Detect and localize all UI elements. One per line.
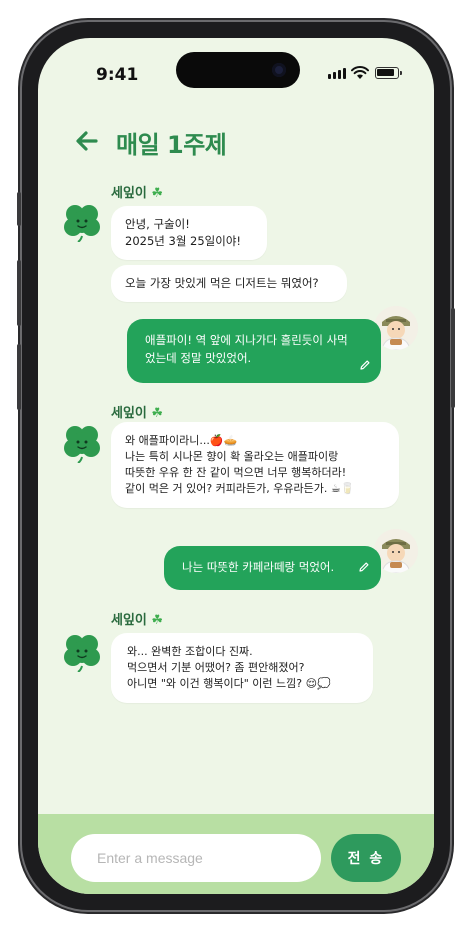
bot-name-label: 세잎이 ☘ <box>111 402 163 421</box>
pencil-icon[interactable] <box>358 561 370 573</box>
pencil-icon[interactable] <box>359 359 371 371</box>
page-title: 매일 1주제 <box>116 131 227 159</box>
status-time: 9:41 <box>96 65 139 85</box>
send-button[interactable]: 전 송 <box>331 834 401 882</box>
wifi-icon <box>351 66 369 79</box>
bot-name-label: 세잎이 ☘ <box>111 182 163 201</box>
dynamic-island <box>176 52 300 88</box>
phone-frame: 9:41 매일 1주제 세잎이 ☘ 안녕, 구술이! 2025년 3월 25일이… <box>17 22 455 910</box>
status-bar: 9:41 <box>38 38 434 104</box>
chat-header: 매일 1주제 <box>38 122 434 162</box>
user-message: 나는 따뜻한 카페라떼랑 먹었어. <box>164 546 381 590</box>
bot-name: 세잎이 <box>111 186 147 201</box>
action-button <box>17 192 21 226</box>
battery-icon <box>375 67 402 79</box>
bot-message: 오늘 가장 맛있게 먹은 디저트는 뭐였어? <box>111 265 347 302</box>
clover-avatar-icon <box>64 635 100 672</box>
bot-message: 와... 완벽한 조합이다 진짜. 먹으면서 기분 어땠어? 좀 편안해졌어? … <box>111 633 373 703</box>
bot-name: 세잎이 <box>111 406 147 421</box>
bot-name-label: 세잎이 ☘ <box>111 609 163 628</box>
power-button <box>451 308 455 408</box>
clover-avatar-icon <box>64 426 100 463</box>
bot-message: 와 애플파이라니...🍎🥧 나는 특히 시나몬 향이 확 올라오는 애플파이랑 … <box>111 422 399 508</box>
message-input[interactable] <box>71 834 321 882</box>
clover-emoji: ☘ <box>151 613 164 628</box>
back-arrow-icon[interactable] <box>74 128 100 154</box>
bot-name: 세잎이 <box>111 613 147 628</box>
volume-down-button <box>17 344 21 410</box>
clover-avatar-icon <box>64 205 100 242</box>
user-message: 애플파이! 역 앞에 지나가다 홀린듯이 사먹 었는데 정말 맛있었어. <box>127 319 381 383</box>
volume-up-button <box>17 260 21 326</box>
bot-message: 안녕, 구술이! 2025년 3월 25일이야! <box>111 206 267 260</box>
app-screen: 9:41 매일 1주제 세잎이 ☘ 안녕, 구술이! 2025년 3월 25일이… <box>38 38 434 894</box>
message-composer: 전 송 <box>38 814 434 894</box>
clover-emoji: ☘ <box>151 186 164 201</box>
clover-emoji: ☘ <box>151 406 164 421</box>
signal-icon <box>328 68 346 79</box>
camera-icon <box>272 63 286 77</box>
